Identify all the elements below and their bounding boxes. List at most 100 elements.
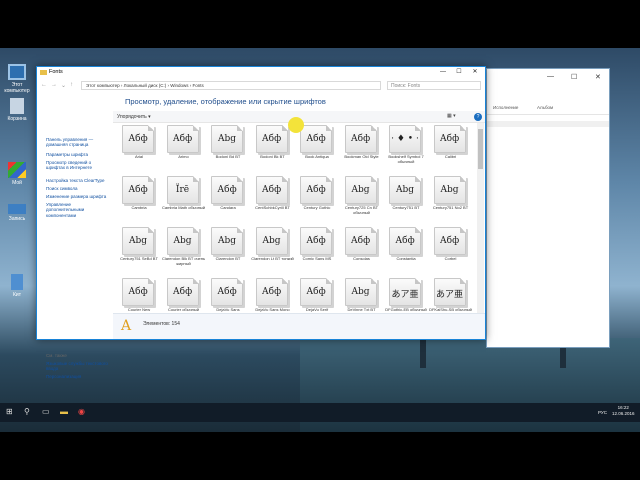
page-title: Просмотр, удаление, отображение или скры… xyxy=(125,97,326,106)
font-sample: Abg xyxy=(173,236,192,246)
background-window[interactable]: — ☐ ✕ Исполнение Альбом xyxy=(486,68,610,348)
forward-icon[interactable]: → xyxy=(51,82,57,88)
explorer-icon[interactable]: ▬ xyxy=(60,407,68,416)
font-tile[interactable]: Абф CentSchbkCyrill BT xyxy=(251,176,295,226)
font-tile[interactable]: Абф Corbel xyxy=(429,227,473,277)
desktop-icon-computer[interactable]: Этот компьютер xyxy=(0,64,34,94)
font-sample: · ♦ • · xyxy=(391,134,419,144)
font-name: Arimo xyxy=(178,154,189,159)
link-font-settings[interactable]: Параметры шрифта xyxy=(46,152,110,157)
font-tile[interactable]: · ♦ • · Bookshelf Symbol 7 обычный xyxy=(384,125,428,175)
font-name: DejaVu Sans Mono xyxy=(255,307,290,312)
font-tile[interactable]: Абф Century Gothic xyxy=(295,176,339,226)
font-file-icon: Абф xyxy=(211,278,243,306)
minimize-button[interactable]: — xyxy=(435,68,451,77)
help-button[interactable]: ? xyxy=(474,113,482,121)
up-icon[interactable]: ↑ xyxy=(70,82,73,88)
font-tile[interactable]: Абф Arial xyxy=(117,125,161,175)
font-file-icon: あア亜 xyxy=(389,278,421,306)
font-tile[interactable]: Абф Cambria xyxy=(117,176,161,226)
font-tile[interactable]: Абф Calibri xyxy=(429,125,473,175)
bg-close-button[interactable]: ✕ xyxy=(595,73,601,81)
font-file-icon: Abg xyxy=(344,278,377,306)
font-tile[interactable]: Abg Century751 BT xyxy=(384,176,428,226)
fonts-window: Fonts — ☐ ✕ ← → ⌄ ↑ Этот компьютер › Лок… xyxy=(36,66,486,379)
bg-scrollbar[interactable] xyxy=(487,121,609,127)
font-file-icon: Абф xyxy=(300,278,332,306)
font-tile[interactable]: Абф Candara xyxy=(206,176,250,226)
desktop-icon-drive[interactable]: Запись xyxy=(0,204,34,222)
font-tile[interactable]: Abg Clarendon Blk BT очень жирный xyxy=(162,227,206,277)
maximize-button[interactable]: ☐ xyxy=(451,68,467,77)
font-file-icon: Абф xyxy=(122,176,154,204)
organize-button[interactable]: Упорядочить ▾ xyxy=(117,114,151,120)
font-tile[interactable]: Абф Consolas xyxy=(340,227,384,277)
bg-minimize-button[interactable]: — xyxy=(547,73,554,80)
task-view-icon[interactable]: ▭ xyxy=(42,407,50,416)
link-find-character[interactable]: Поиск символа xyxy=(46,186,110,191)
font-tile[interactable]: Абф Arimo xyxy=(162,125,206,175)
font-file-icon: Абф xyxy=(300,227,332,255)
font-name: Century751 SeBd BT xyxy=(120,256,158,261)
font-sample: Абф xyxy=(128,287,148,297)
font-sample: Абф xyxy=(350,236,371,246)
bg-column-header[interactable]: Альбом xyxy=(537,105,553,110)
bg-maximize-button[interactable]: ☐ xyxy=(571,73,577,81)
titlebar[interactable]: Fonts — ☐ ✕ xyxy=(37,67,485,79)
font-tile[interactable]: Ïrē Cambria Math обычный xyxy=(162,176,206,226)
font-tile[interactable]: Abg Century725 Cn BT обычный xyxy=(340,176,384,226)
font-file-icon: Абф xyxy=(344,227,377,255)
vertical-scrollbar[interactable] xyxy=(477,123,484,333)
font-name: Clarendon Blk BT очень жирный xyxy=(161,256,206,266)
font-sample: Ïrē xyxy=(175,185,190,195)
search-input[interactable]: Поиск: Fonts xyxy=(387,81,481,90)
font-tile[interactable]: Абф Constantia xyxy=(384,227,428,277)
font-sample: Абф xyxy=(439,236,460,246)
font-file-icon: Абф xyxy=(300,125,332,153)
font-tile[interactable]: Абф Comic Sans MS xyxy=(295,227,339,277)
desktop-icon-app[interactable]: Мой xyxy=(0,162,34,186)
font-tile[interactable]: Abg Clarendon Lt BT тонкий xyxy=(251,227,295,277)
link-optional-features[interactable]: Управление дополнительными компонентами xyxy=(46,202,110,218)
chevron-down-icon[interactable]: ⌄ xyxy=(61,82,66,89)
font-tile[interactable]: Abg Century751 SeBd BT xyxy=(117,227,161,277)
link-font-info-online[interactable]: Просмотр сведений о шрифтах в Интернете xyxy=(46,160,110,171)
language-indicator[interactable]: РУС xyxy=(598,410,607,415)
font-file-icon: Абф xyxy=(255,125,288,153)
font-tile[interactable]: Абф Book Antiqua xyxy=(295,125,339,175)
back-icon[interactable]: ← xyxy=(41,82,47,88)
scrollbar-thumb[interactable] xyxy=(478,129,483,169)
link-cleartype[interactable]: Настройка текста ClearType xyxy=(46,178,110,183)
font-name: Corbel xyxy=(444,256,457,261)
start-icon[interactable]: ⊞ xyxy=(6,407,13,416)
desktop-icon-recycle-bin[interactable]: Корзина xyxy=(0,98,34,122)
bg-column-header[interactable]: Исполнение xyxy=(493,105,518,110)
font-file-icon: Abg xyxy=(389,176,421,204)
search-icon[interactable]: ⚲ xyxy=(24,407,30,416)
link-text-services[interactable]: Языковые службы текстового ввода xyxy=(46,361,110,372)
font-tile[interactable]: Abg Century751 No2 BT xyxy=(429,176,473,226)
font-tile[interactable]: Абф Bookman Old Style xyxy=(340,125,384,175)
link-control-panel-home[interactable]: Панель управления — домашняя страница xyxy=(46,137,110,148)
address-bar[interactable]: Этот компьютер › Локальный диск (C:) › W… xyxy=(81,81,381,90)
clock[interactable]: 16:22 12.06.2016 xyxy=(612,405,635,417)
font-sample: Абф xyxy=(439,134,460,144)
font-tile[interactable]: Абф Bodoni Bk BT xyxy=(251,125,295,175)
font-sample: Abg xyxy=(395,185,415,195)
font-glyph-icon: A xyxy=(121,318,132,334)
drive-icon xyxy=(8,204,26,214)
address-row: ← → ⌄ ↑ Этот компьютер › Локальный диск … xyxy=(37,80,485,92)
desktop-icon-file[interactable]: Кит xyxy=(0,274,34,298)
font-file-icon: Ïrē xyxy=(166,176,199,204)
taskbar: ⊞ ⚲ ▭ ▬ ◉ РУС 16:22 12.06.2016 xyxy=(0,403,640,422)
font-file-icon: Абф xyxy=(389,227,421,255)
font-name: Calibri xyxy=(444,154,457,159)
desktop: Этот компьютер Корзина Мой Запись Кит — … xyxy=(0,48,640,432)
font-tile[interactable]: Abg Clarendon BT xyxy=(206,227,250,277)
close-button[interactable]: ✕ xyxy=(467,68,483,77)
link-change-font-size[interactable]: Изменение размера шрифта xyxy=(46,194,110,199)
font-tile[interactable]: Abg Bodoni Bd BT xyxy=(206,125,250,175)
view-icon[interactable]: ▦ ▾ xyxy=(447,113,456,119)
link-personalization[interactable]: Персонализация xyxy=(46,374,110,379)
chrome-icon[interactable]: ◉ xyxy=(78,407,85,416)
